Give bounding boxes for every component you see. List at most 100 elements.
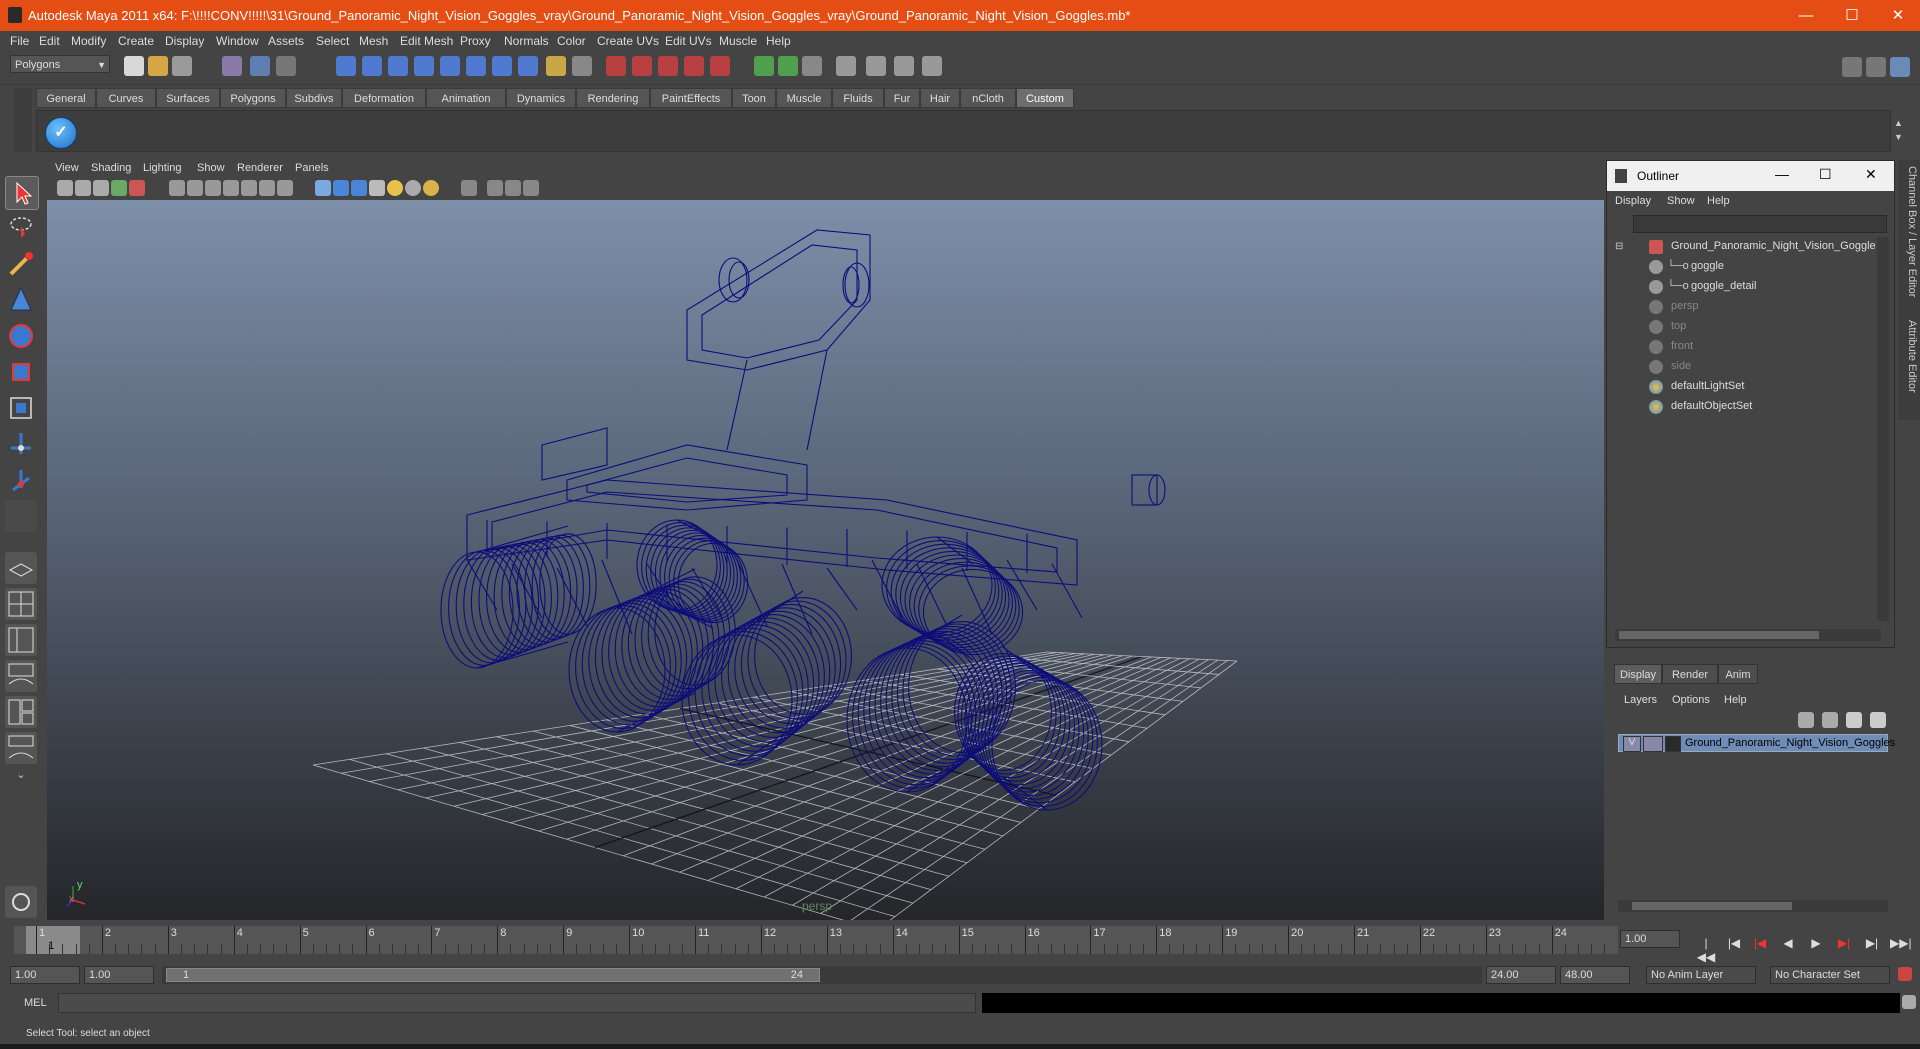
snap-curve-icon[interactable]	[362, 56, 382, 76]
shelf-tab-ncloth[interactable]: nCloth	[960, 88, 1016, 108]
shelf-tab-dynamics[interactable]: Dynamics	[506, 88, 576, 108]
attribute-editor-tab[interactable]: Attribute Editor	[1900, 320, 1918, 393]
shelf-tab-fur[interactable]: Fur	[884, 88, 920, 108]
outliner-close-button[interactable]: ✕	[1865, 166, 1877, 183]
last-tool-icon[interactable]	[5, 500, 37, 532]
menu-mesh[interactable]: Mesh	[359, 34, 388, 48]
use-selected-lights-icon[interactable]	[423, 180, 439, 196]
menu-proxy[interactable]: Proxy	[460, 34, 491, 48]
shelf-tab-surfaces[interactable]: Surfaces	[156, 88, 220, 108]
anim-layer-selector[interactable]: No Anim Layer	[1646, 966, 1756, 984]
step-forward-key-icon[interactable]: ▶|	[1834, 936, 1854, 952]
outliner-menu-help[interactable]: Help	[1707, 195, 1730, 207]
outliner-horizontal-scrollbar[interactable]	[1615, 629, 1881, 641]
playback-start-field[interactable]: 1.00	[84, 966, 154, 984]
input-output-icon[interactable]	[606, 56, 626, 76]
script-editor-icon[interactable]	[1902, 995, 1916, 1009]
close-button[interactable]: ✕	[1875, 0, 1920, 31]
graph-editor-icon[interactable]	[866, 56, 886, 76]
menu-set-selector[interactable]: Polygons ▼	[10, 55, 110, 73]
perspective-viewport[interactable]: persp y x	[47, 200, 1604, 920]
save-scene-icon[interactable]	[172, 56, 192, 76]
selection-mask-icon[interactable]	[572, 56, 592, 76]
hypershade-layout-icon[interactable]	[5, 696, 37, 728]
maximize-button[interactable]: ☐	[1829, 0, 1875, 31]
viewport-menu-lighting[interactable]: Lighting	[143, 162, 182, 174]
go-to-start-icon[interactable]: |◀◀	[1696, 936, 1716, 964]
persp-outliner-layout-icon[interactable]	[5, 624, 37, 656]
select-tool-icon[interactable]	[5, 176, 39, 210]
menu-window[interactable]: Window	[216, 34, 259, 48]
layer-tab-display[interactable]: Display	[1614, 664, 1662, 684]
menu-assets[interactable]: Assets	[268, 34, 304, 48]
shelf-tab-hair[interactable]: Hair	[920, 88, 960, 108]
shelf-tab-fluids[interactable]: Fluids	[832, 88, 884, 108]
display-layer-row[interactable]: V Ground_Panoramic_Night_Vision_Goggles	[1618, 734, 1895, 752]
safe-title-icon[interactable]	[277, 180, 293, 196]
ipr-render-icon[interactable]	[894, 56, 914, 76]
hypershade-icon[interactable]	[836, 56, 856, 76]
shelf-tab-painteffects[interactable]: PaintEffects	[650, 88, 732, 108]
select-by-component-icon[interactable]	[276, 56, 296, 76]
outliner-item[interactable]: top	[1609, 317, 1879, 337]
menu-display[interactable]: Display	[165, 34, 204, 48]
layer-horizontal-scrollbar[interactable]	[1618, 900, 1888, 912]
backface-culling-icon[interactable]	[523, 180, 539, 196]
scrollbar-thumb[interactable]	[1632, 902, 1792, 910]
outliner-minimize-button[interactable]: —	[1775, 166, 1789, 182]
viewport-menu-renderer[interactable]: Renderer	[237, 162, 283, 174]
image-plane-icon[interactable]	[111, 180, 127, 196]
move-selected-down-icon[interactable]	[1870, 712, 1886, 728]
menu-normals[interactable]: Normals	[504, 34, 549, 48]
snap-together-icon[interactable]	[684, 56, 704, 76]
field-chart-icon[interactable]	[241, 180, 257, 196]
render-view-icon[interactable]	[754, 56, 774, 76]
two-d-pan-zoom-icon[interactable]	[129, 180, 145, 196]
time-ruler[interactable]: 1 1 2 3 4 5 6 7 8 9 10 11 12 13 14 15 16 17 18 19 20 21 22 23 2…	[14, 926, 1618, 954]
outliner-filter-field[interactable]	[1633, 215, 1887, 233]
new-scene-icon[interactable]	[124, 56, 144, 76]
outliner-maximize-button[interactable]: ☐	[1819, 166, 1832, 183]
shelf-tab-deformation[interactable]: Deformation	[342, 88, 426, 108]
command-language-label[interactable]: MEL	[24, 997, 47, 1009]
film-gate-icon[interactable]	[187, 180, 203, 196]
shelf-tab-custom[interactable]: Custom	[1016, 88, 1074, 108]
shelf-tab-polygons[interactable]: Polygons	[220, 88, 286, 108]
range-slider-track[interactable]: 1 24	[162, 966, 1482, 984]
outliner-item[interactable]: └─o goggle_detail	[1609, 277, 1879, 297]
menu-muscle[interactable]: Muscle	[719, 34, 757, 48]
layout-channel-box-icon[interactable]	[1890, 57, 1910, 77]
time-slider[interactable]: 1 1 2 3 4 5 6 7 8 9 10 11 12 13 14 15 16 17 18 19 20 21 22 23 2…	[0, 924, 1920, 956]
step-back-frame-icon[interactable]: |◀	[1724, 936, 1744, 952]
command-input[interactable]	[58, 993, 976, 1013]
shelf-tab-toon[interactable]: Toon	[732, 88, 776, 108]
current-frame-marker[interactable]: 1	[26, 926, 80, 954]
history-icon[interactable]	[466, 56, 486, 76]
shelf-menu-handle[interactable]	[14, 88, 32, 152]
rotate-tool-icon[interactable]	[5, 320, 37, 352]
menu-modify[interactable]: Modify	[71, 34, 106, 48]
menu-edit-uvs[interactable]: Edit UVs	[665, 34, 712, 48]
camera-attributes-icon[interactable]	[75, 180, 91, 196]
scrollbar-thumb[interactable]	[1619, 631, 1819, 639]
range-slider-handle[interactable]: 1 24	[166, 968, 820, 982]
viewport-menu-show[interactable]: Show	[197, 162, 225, 174]
play-forwards-icon[interactable]: ▶	[1806, 936, 1826, 952]
new-layer-selected-icon[interactable]	[1822, 712, 1838, 728]
menu-color[interactable]: Color	[557, 34, 586, 48]
new-empty-layer-icon[interactable]	[1798, 712, 1814, 728]
outliner-menu-display[interactable]: Display	[1615, 195, 1651, 207]
layer-display-type-toggle[interactable]	[1643, 736, 1663, 752]
layout-tool-settings-icon[interactable]	[1866, 57, 1886, 77]
viewport-menu-view[interactable]: View	[55, 162, 79, 174]
layer-tab-anim[interactable]: Anim	[1718, 664, 1758, 684]
uv-editor-button-icon[interactable]	[5, 886, 37, 918]
menu-file[interactable]: File	[10, 34, 29, 48]
single-pane-layout-icon[interactable]	[5, 552, 37, 584]
move-tool-icon[interactable]	[5, 284, 37, 316]
make-live-icon[interactable]	[440, 56, 460, 76]
shelf-tab-muscle[interactable]: Muscle	[776, 88, 832, 108]
grid-toggle-icon[interactable]	[169, 180, 185, 196]
step-forward-frame-icon[interactable]: ▶|	[1862, 936, 1882, 952]
select-by-hierarchy-icon[interactable]	[222, 56, 242, 76]
